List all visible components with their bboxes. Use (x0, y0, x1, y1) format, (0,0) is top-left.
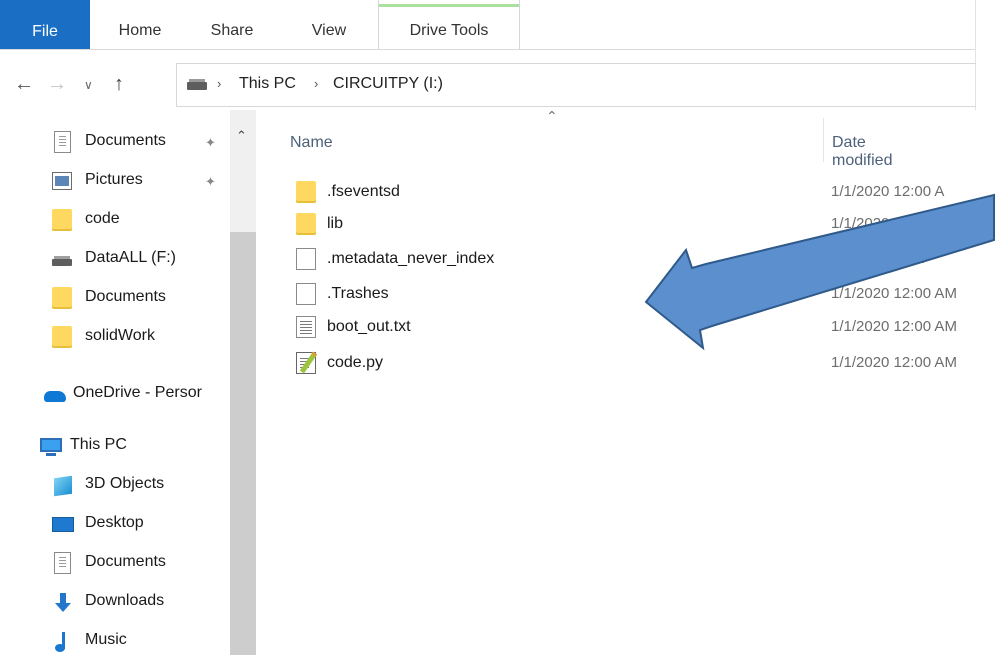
folder-icon (52, 209, 72, 231)
this-pc-icon (40, 435, 62, 457)
nav-item-label: Downloads (85, 592, 165, 609)
file-date: 12:00 A (873, 250, 924, 267)
pin-icon[interactable]: ✦ (205, 135, 216, 151)
3d-objects-icon (52, 474, 72, 496)
desktop-icon (52, 513, 74, 535)
nav-item-label: Pictures (85, 171, 143, 188)
tab-share[interactable]: Share (199, 0, 265, 49)
nav-item-label: This PC (70, 436, 127, 453)
music-icon (52, 630, 72, 652)
breadcrumb-this-pc[interactable]: This PC (239, 75, 296, 93)
file-date: 1/1/2020 12:00 A (831, 183, 945, 200)
file-name: code.py (327, 354, 384, 371)
documents-icon (54, 131, 71, 153)
pin-icon[interactable]: ✦ (205, 174, 216, 190)
nav-item-onedrive[interactable]: OneDrive - Persor (42, 380, 230, 408)
column-header-label: Name (290, 134, 333, 151)
file-row[interactable]: lib 1/1/2020 (290, 211, 980, 239)
nav-item-label: Documents (85, 288, 166, 305)
file-icon (296, 248, 316, 270)
folder-icon (52, 287, 72, 309)
file-icon (296, 283, 316, 305)
file-date: 1/1/2020 12:00 AM (831, 354, 957, 371)
tab-view[interactable]: View (298, 0, 360, 49)
address-bar[interactable]: › This PC › CIRCUITPY (I:) (176, 63, 976, 107)
file-row[interactable]: .Trashes 1/1/2020 12:00 AM (290, 281, 980, 309)
file-row[interactable]: boot_out.txt 1/1/2020 12:00 AM (290, 314, 980, 342)
nav-item-label: Music (85, 631, 127, 648)
file-row[interactable]: .fseventsd 1/1/2020 12:00 A (290, 179, 980, 207)
pictures-icon (52, 172, 72, 190)
scroll-up-icon[interactable]: ⌃ (236, 128, 247, 144)
tab-home[interactable]: Home (103, 0, 177, 49)
file-name: .fseventsd (327, 183, 400, 200)
ribbon: File Home Share View Drive Tools (0, 0, 996, 50)
breadcrumb-circuitpy[interactable]: CIRCUITPY (I:) (333, 75, 443, 93)
ribbon-divider (0, 49, 975, 50)
file-date: 1/1/2020 12:00 AM (831, 318, 957, 335)
nav-pane-scroll-thumb[interactable] (230, 232, 256, 655)
file-date: 1/1/2020 (831, 215, 890, 232)
back-arrow-icon[interactable]: ← (14, 73, 34, 96)
nav-item-label: OneDrive - Persor (73, 384, 202, 401)
folder-icon (296, 181, 316, 203)
up-arrow-icon[interactable]: ↑ (114, 73, 124, 96)
file-row[interactable]: code.py 1/1/2020 12:00 AM (290, 350, 980, 378)
nav-item-label: DataALL (F:) (85, 249, 176, 266)
file-name: .metadata_never_index (327, 250, 495, 267)
tab-drive-tools[interactable]: Drive Tools (378, 0, 520, 50)
drive-icon (52, 248, 72, 270)
file-row[interactable]: .metadata_never_index 12:00 A (290, 246, 980, 274)
text-file-icon (296, 316, 316, 338)
file-date: 1/1/2020 12:00 AM (831, 285, 957, 302)
python-file-icon (296, 352, 316, 374)
file-name: lib (327, 215, 344, 232)
folder-icon (296, 213, 316, 235)
nav-item-label: Documents (85, 553, 166, 570)
column-divider[interactable] (823, 118, 824, 162)
column-header-label: Date modified (832, 134, 893, 169)
onedrive-icon (44, 383, 66, 405)
folder-icon (52, 326, 72, 348)
documents-icon (54, 552, 71, 574)
file-name: .Trashes (327, 285, 389, 302)
nav-item-label: Documents (85, 132, 166, 149)
nav-item-label: 3D Objects (85, 475, 165, 492)
downloads-icon (52, 591, 72, 613)
nav-item-label: code (85, 210, 120, 227)
sort-ascending-icon: ⌃ (546, 108, 558, 124)
recent-locations-chevron-icon[interactable]: ∨ (84, 78, 93, 92)
drive-icon (187, 79, 207, 90)
file-name: boot_out.txt (327, 318, 411, 335)
nav-item-label: Desktop (85, 514, 144, 531)
chevron-right-icon[interactable]: › (314, 76, 318, 91)
forward-arrow-icon[interactable]: → (47, 73, 67, 96)
chevron-right-icon[interactable]: › (217, 76, 221, 91)
tab-file[interactable]: File (0, 0, 90, 50)
nav-item-label: solidWork (85, 327, 155, 344)
